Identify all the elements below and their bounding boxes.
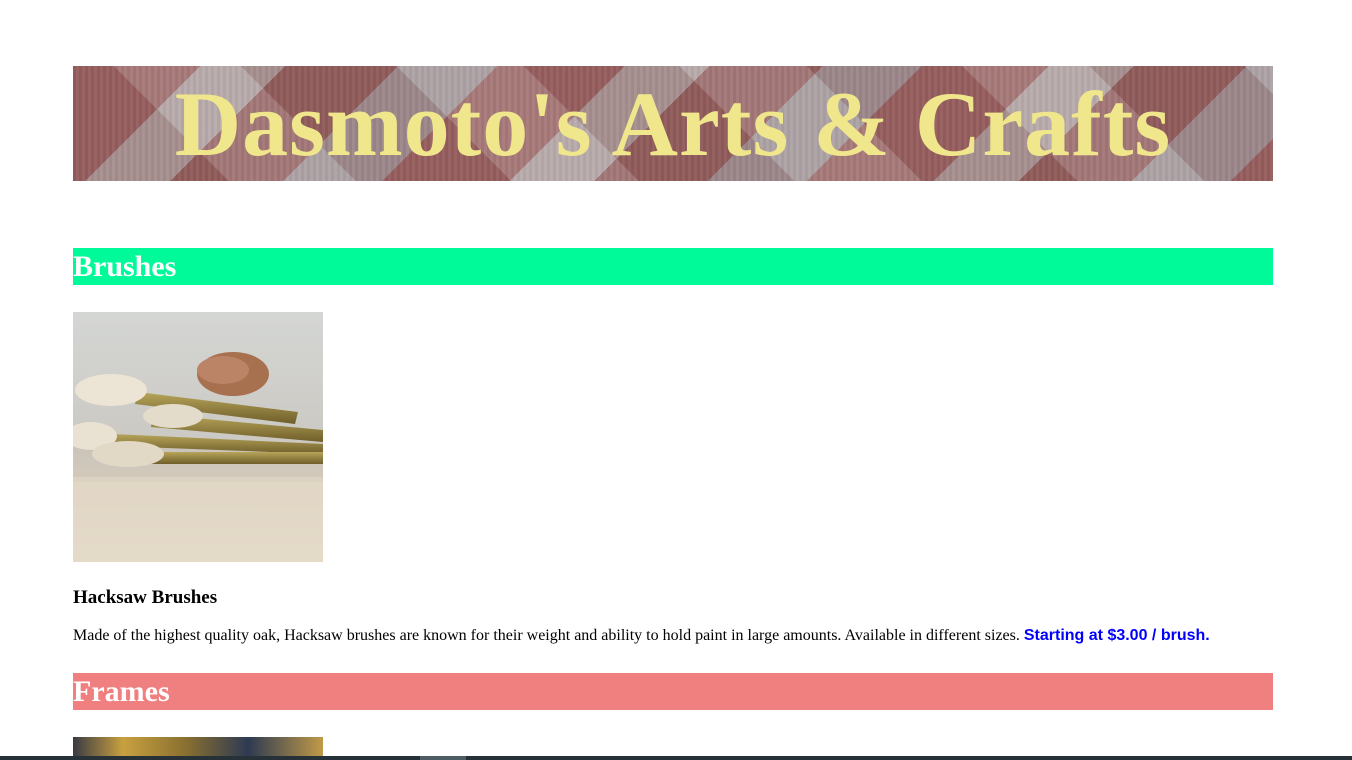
page-title: Dasmoto's Arts & Crafts xyxy=(174,72,1172,175)
brushes-section-heading: Brushes xyxy=(73,248,1273,285)
scrollbar-thumb[interactable] xyxy=(420,756,466,760)
brushes-illustration xyxy=(73,312,323,562)
description-text: Made of the highest quality oak, Hacksaw… xyxy=(73,627,1020,644)
site-banner: Dasmoto's Arts & Crafts xyxy=(73,66,1273,181)
price-text: Starting at $3.00 / brush. xyxy=(1023,627,1210,644)
paint-brushes-image xyxy=(73,312,323,562)
product-description: Made of the highest quality oak, Hacksaw… xyxy=(73,627,1210,645)
product-title: Hacksaw Brushes xyxy=(73,587,218,608)
horizontal-scrollbar[interactable] xyxy=(0,756,1352,760)
frames-section-heading: Frames xyxy=(73,673,1273,710)
